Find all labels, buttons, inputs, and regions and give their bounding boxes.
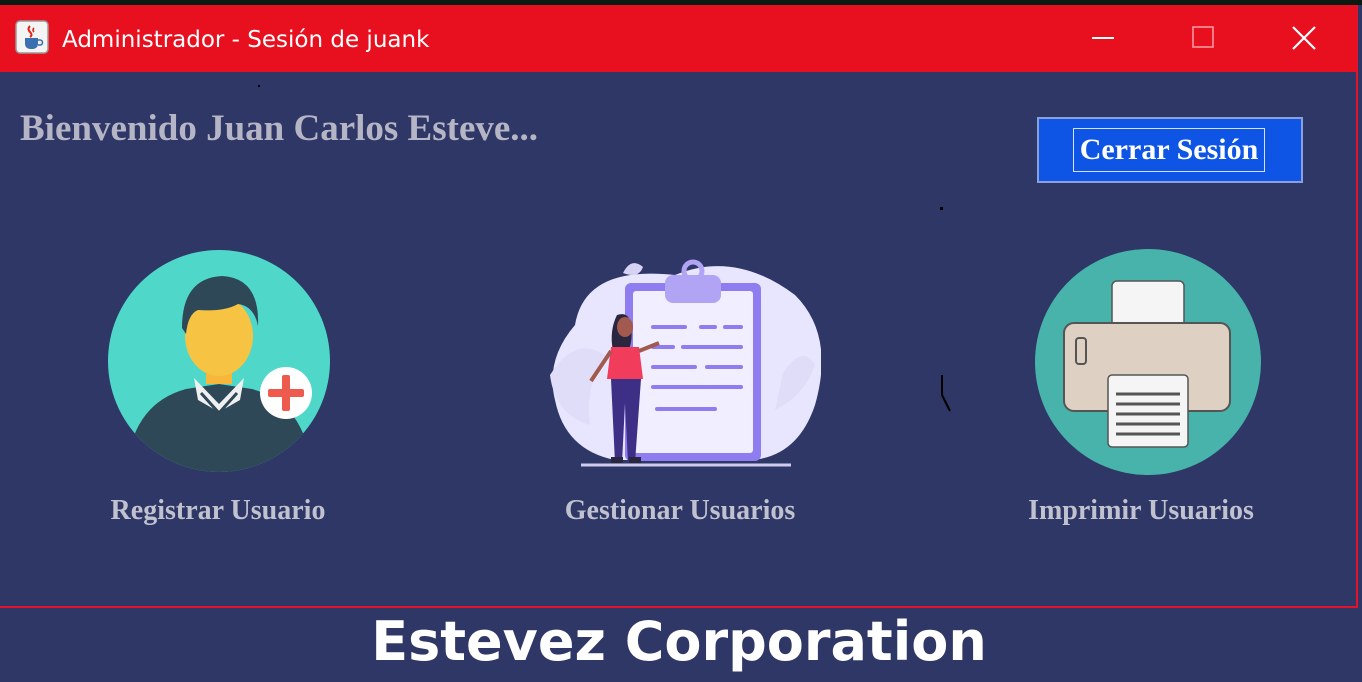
welcome-heading: Bienvenido Juan Carlos Esteve... <box>20 108 539 149</box>
close-button[interactable] <box>1258 5 1348 72</box>
footer: Estevez Corporation <box>0 606 1362 682</box>
title-bar[interactable]: Administrador - Sesión de juank <box>0 5 1356 72</box>
window-title: Administrador - Sesión de juank <box>62 27 430 53</box>
logout-button[interactable]: Cerrar Sesión <box>1037 117 1303 183</box>
logout-label: Cerrar Sesión <box>1073 128 1265 172</box>
footer-caption: Estevez Corporation <box>371 610 987 673</box>
register-user-label[interactable]: Registrar Usuario <box>60 494 376 528</box>
minimize-button[interactable] <box>1058 5 1148 72</box>
manage-users-label[interactable]: Gestionar Usuarios <box>522 494 838 528</box>
render-artifact <box>940 207 943 210</box>
print-users-tile[interactable] <box>1034 248 1262 476</box>
maximize-button[interactable] <box>1158 5 1248 72</box>
render-artifact <box>258 85 260 87</box>
printer-icon <box>1035 249 1261 475</box>
manage-users-tile[interactable] <box>545 255 821 469</box>
mouse-cursor-artifact <box>941 375 951 412</box>
add-user-icon <box>108 250 330 472</box>
java-cup-icon <box>15 20 49 54</box>
admin-window: Administrador - Sesión de juank Bienveni… <box>0 5 1358 608</box>
clipboard-user-icon <box>550 259 821 467</box>
app-screen: Administrador - Sesión de juank Bienveni… <box>0 0 1362 682</box>
maximize-icon <box>1192 26 1214 48</box>
minimize-icon <box>1092 37 1114 39</box>
close-icon <box>1292 26 1316 50</box>
print-users-label[interactable]: Imprimir Usuarios <box>983 494 1299 528</box>
register-user-tile[interactable] <box>106 248 332 474</box>
